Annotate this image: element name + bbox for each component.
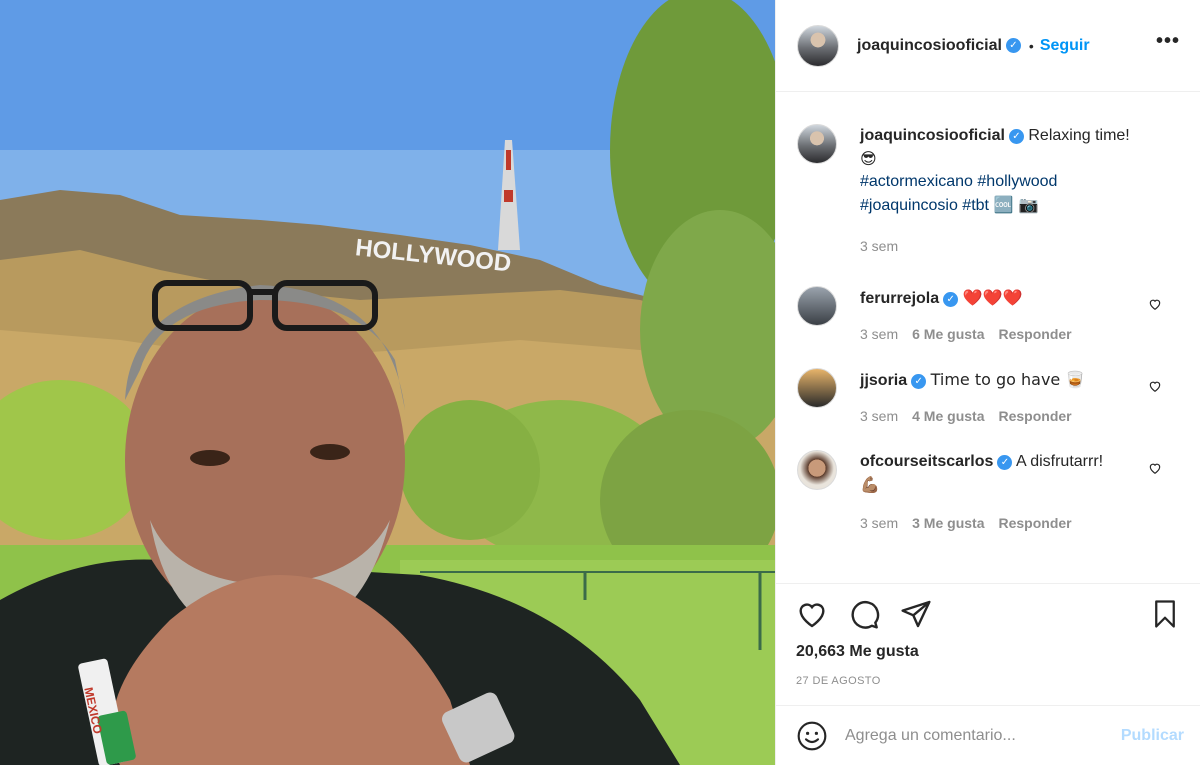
comment-heart-icon[interactable] [1148,461,1162,475]
comment-likes[interactable]: 6 Me gusta [912,323,984,346]
caption-username[interactable]: joaquincosiooficial [860,127,1005,144]
comment-input[interactable] [845,726,1121,745]
comment-item: ofcourseitscarlos ✓ A disfrutarrr! 💪🏽 3 s… [797,450,1180,535]
publish-button[interactable]: Publicar [1121,727,1184,745]
emoji-icon[interactable] [796,720,828,752]
reply-button[interactable]: Responder [998,323,1071,346]
comment-username[interactable]: ofcourseitscarlos [860,453,993,470]
comment-text: A disfrutarrr! [1015,453,1104,470]
bookmark-icon[interactable] [1150,598,1180,630]
comment-emoji: 💪🏽 [860,475,880,494]
comment-heart-icon[interactable] [1148,297,1162,311]
caption-text: Relaxing time! [1028,127,1130,144]
post-header: joaquincosiooficial ✓ • Seguir ••• [776,0,1200,92]
follow-button[interactable]: Seguir [1040,37,1090,55]
verified-icon: ✓ [943,292,959,307]
post-photo[interactable]: HOLLYWOOD MEXICO [0,0,775,765]
comment-time[interactable]: 3 sem [860,405,898,428]
comment-item: ferurrejola ✓ ❤️❤️❤️ 3 sem 6 Me gusta Res… [797,286,1180,346]
avatar[interactable] [797,286,837,326]
verified-icon: ✓ [1008,129,1024,144]
post-date[interactable]: 27 DE AGOSTO [796,675,1180,687]
comments-list[interactable]: joaquincosiooficial ✓ Relaxing time! 😎 #a… [776,92,1200,582]
comment-heart-icon[interactable] [1148,379,1162,393]
avatar[interactable] [797,368,837,408]
add-comment-bar: Publicar [776,705,1200,765]
comment-username[interactable]: ferurrejola [860,290,939,307]
caption: joaquincosiooficial ✓ Relaxing time! 😎 #a… [797,124,1180,258]
instagram-post: HOLLYWOOD MEXICO joaquincosiooficial ✓ •… [0,0,1200,765]
comment-username[interactable]: jjsoria [860,372,907,389]
caption-hashtags-2[interactable]: #joaquincosio #tbt [860,197,989,214]
post-actions: 20,663 Me gusta 27 DE AGOSTO [776,583,1200,687]
reply-button[interactable]: Responder [998,512,1071,535]
avatar[interactable] [797,24,839,67]
photo-scene: HOLLYWOOD MEXICO [0,0,775,765]
share-icon[interactable] [900,598,932,630]
verified-icon: ✓ [997,455,1013,470]
post-side-panel: joaquincosiooficial ✓ • Seguir ••• joaqu… [775,0,1200,765]
comment-text: ❤️❤️❤️ [962,288,1023,307]
likes-count[interactable]: 20,663 Me gusta [796,643,1180,661]
heart-icon[interactable] [796,598,828,630]
more-icon[interactable]: ••• [1156,30,1180,61]
caption-emoji-tail: 🆒 📷 [993,195,1039,214]
verified-icon: ✓ [911,374,927,389]
verified-icon: ✓ [1005,38,1021,53]
caption-hashtags-1[interactable]: #actormexicano #hollywood [860,170,1140,193]
comment-icon[interactable] [848,598,880,630]
separator-dot: • [1028,37,1034,54]
comment-likes[interactable]: 3 Me gusta [912,512,984,535]
comment-text: Time to go have 🥃 [930,370,1086,389]
avatar[interactable] [797,450,837,490]
avatar[interactable] [797,124,837,164]
caption-time[interactable]: 3 sem [860,235,898,258]
caption-emoji: 😎 [860,149,877,168]
comment-item: jjsoria ✓ Time to go have 🥃 3 sem 4 Me gu… [797,368,1180,428]
header-username[interactable]: joaquincosiooficial [857,37,1002,55]
comment-likes[interactable]: 4 Me gusta [912,405,984,428]
comment-time[interactable]: 3 sem [860,512,898,535]
comment-time[interactable]: 3 sem [860,323,898,346]
reply-button[interactable]: Responder [998,405,1071,428]
